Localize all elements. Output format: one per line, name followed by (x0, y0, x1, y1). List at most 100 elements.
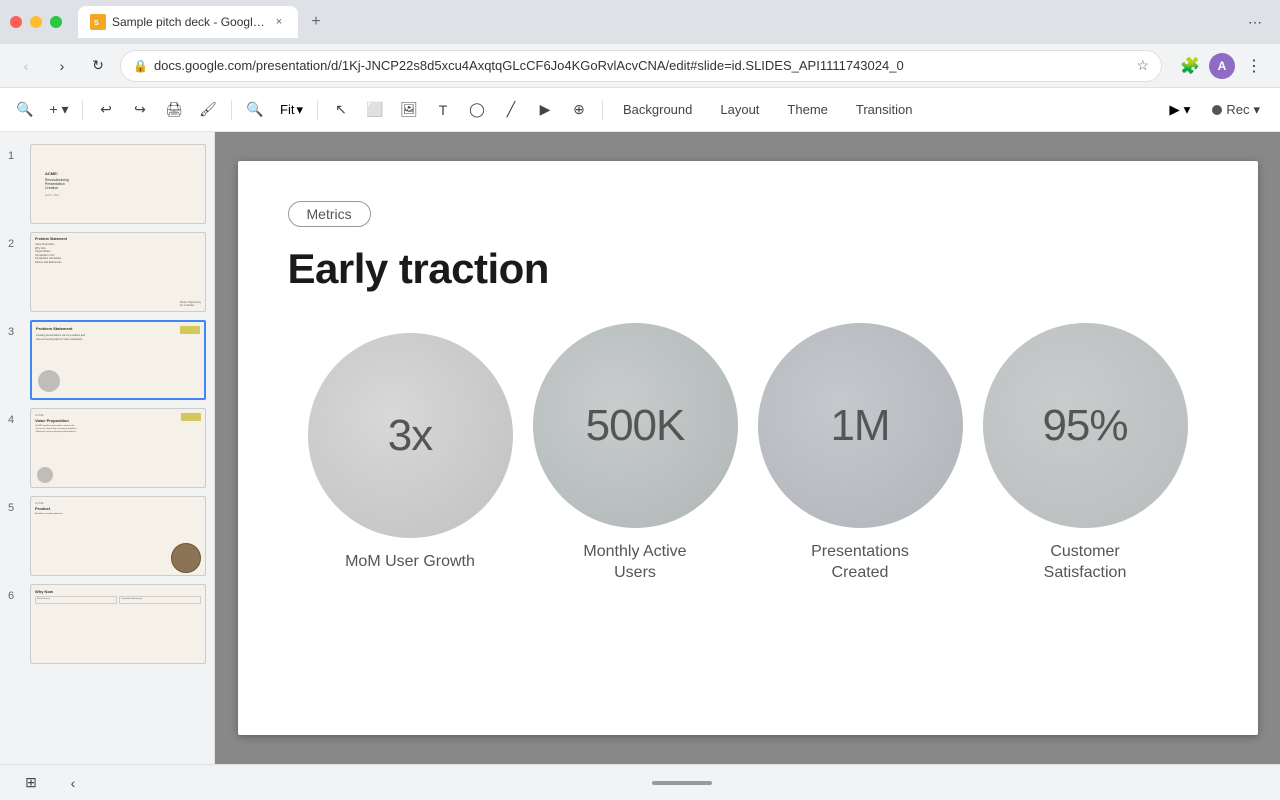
slide-number-2: 2 (8, 238, 22, 250)
metric-label-3: PresentationsCreated (811, 542, 909, 584)
bottom-center (100, 781, 1264, 785)
browser-actions: 🧩 A ⋮ (1176, 52, 1268, 80)
paint-format-button[interactable]: 🖌 (193, 95, 223, 125)
image-tool-button[interactable]: 🖼 (394, 95, 424, 125)
metric-item-2: 500K Monthly ActiveUsers (533, 323, 738, 584)
rec-button[interactable]: Rec ▾ (1202, 95, 1270, 125)
video-tool-button[interactable]: ▶ (530, 95, 560, 125)
more-tools-button[interactable]: ⊕ (564, 95, 594, 125)
new-tab-button[interactable]: + (302, 8, 330, 36)
metric-value-4: 95% (1042, 401, 1127, 451)
present-icon: ▶ (1169, 102, 1179, 118)
panel-toggle-button[interactable]: ‹ (58, 768, 88, 798)
metric-value-1: 3x (388, 411, 432, 461)
redo-button[interactable]: ↪ (125, 95, 155, 125)
profile-button[interactable]: A (1208, 52, 1236, 80)
slide-area: Metrics Early traction 3x MoM User Growt… (215, 132, 1280, 764)
line-tool-button[interactable]: ╱ (496, 95, 526, 125)
address-bar: ‹ › ↻ 🔒 docs.google.com/presentation/d/1… (0, 44, 1280, 88)
slide-thumb-1: ACME: RevolutionizingPresentationCreatio… (30, 144, 206, 224)
slide-number-3: 3 (8, 326, 22, 338)
window-controls-right: ⋯ (1240, 7, 1270, 37)
slide-thumb-4: ACME Value Proposition • ACME simplifies… (30, 408, 206, 488)
fit-label: Fit (280, 102, 294, 117)
metrics-badge: Metrics (288, 201, 371, 227)
slide-item-5[interactable]: 5 ACME Product Available on multiple pla… (0, 492, 214, 580)
metric-circle-4: 95% (983, 323, 1188, 528)
slide-item-4[interactable]: 4 ACME Value Proposition • ACME simplifi… (0, 404, 214, 492)
metrics-row: 3x MoM User Growth 500K Monthly ActiveUs… (288, 323, 1208, 584)
slide-number-1: 1 (8, 150, 22, 162)
slide-number-4: 4 (8, 414, 22, 426)
slide-item-3[interactable]: 3 Problem Statement Creating presentatio… (0, 316, 214, 404)
url-text: docs.google.com/presentation/d/1Kj-JNCP2… (154, 58, 1130, 73)
title-bar: S Sample pitch deck - Google S × + ⋯ (0, 0, 1280, 44)
reload-button[interactable]: ↻ (84, 52, 112, 80)
slide-canvas[interactable]: Metrics Early traction 3x MoM User Growt… (238, 161, 1258, 735)
undo-button[interactable]: ↩ (91, 95, 121, 125)
search-button[interactable]: 🔍 (10, 95, 40, 125)
maximize-window-button[interactable] (50, 16, 62, 28)
slide-number-6: 6 (8, 590, 22, 602)
slide-thumb-6: Why Now Market History... Competitive Ad… (30, 584, 206, 664)
security-icon: 🔒 (133, 59, 148, 73)
slides-toolbar: 🔍 + ▾ ↩ ↪ 🖨 🖌 🔍 Fit ▾ ↖ ⬜ 🖼 T ◯ ╱ ▶ ⊕ Ba… (0, 88, 1280, 132)
text-tool-button[interactable]: T (428, 95, 458, 125)
metric-label-4: CustomerSatisfaction (1044, 542, 1127, 584)
add-button[interactable]: + ▾ (44, 95, 74, 125)
metric-item-1: 3x MoM User Growth (308, 333, 513, 573)
fit-chevron-icon: ▾ (296, 102, 303, 118)
toolbar-right: ▶ ▾ Rec ▾ (1161, 95, 1270, 125)
shape-tool-button[interactable]: ◯ (462, 95, 492, 125)
select-tool-button[interactable]: ⬜ (360, 95, 390, 125)
slide-thumb-3: Problem Statement Creating presentations… (30, 320, 206, 400)
extensions-button[interactable]: 🧩 (1176, 52, 1204, 80)
close-window-button[interactable] (10, 16, 22, 28)
transition-button[interactable]: Transition (844, 95, 925, 125)
fit-dropdown[interactable]: Fit ▾ (274, 95, 309, 125)
slide-number-5: 5 (8, 502, 22, 514)
metric-item-4: 95% CustomerSatisfaction (983, 323, 1188, 584)
back-button[interactable]: ‹ (12, 52, 40, 80)
present-chevron-icon: ▾ (1184, 102, 1191, 118)
metric-label-2: Monthly ActiveUsers (583, 542, 686, 584)
profile-avatar: A (1209, 53, 1235, 79)
window-more-button[interactable]: ⋯ (1240, 7, 1270, 37)
browser-menu-button[interactable]: ⋮ (1240, 52, 1268, 80)
main-content: 1 ACME: RevolutionizingPresentationCreat… (0, 132, 1280, 764)
rec-chevron-icon: ▾ (1253, 102, 1260, 118)
metric-value-3: 1M (830, 401, 889, 451)
minimize-window-button[interactable] (30, 16, 42, 28)
slide-item-1[interactable]: 1 ACME: RevolutionizingPresentationCreat… (0, 140, 214, 228)
metric-circle-2: 500K (533, 323, 738, 528)
metric-label-1: MoM User Growth (345, 552, 475, 573)
bottom-bar: ⊞ ‹ (0, 764, 1280, 800)
print-button[interactable]: 🖨 (159, 95, 189, 125)
tab-title: Sample pitch deck - Google S (112, 15, 266, 29)
theme-button[interactable]: Theme (775, 95, 839, 125)
zoom-button[interactable]: 🔍 (240, 95, 270, 125)
slide-thumb-5: ACME Product Available on multiple platf… (30, 496, 206, 576)
tab-bar: S Sample pitch deck - Google S × + (78, 6, 1232, 38)
slide-item-6[interactable]: 6 Why Now Market History... Competitive … (0, 580, 214, 668)
slide-item-2[interactable]: 2 Problem Statement Value PropositionWhy… (0, 228, 214, 316)
metric-circle-1: 3x (308, 333, 513, 538)
cursor-tool-button[interactable]: ↖ (326, 95, 356, 125)
separator-3 (317, 100, 318, 120)
metric-item-3: 1M PresentationsCreated (758, 323, 963, 584)
scroll-indicator (652, 781, 712, 785)
present-button[interactable]: ▶ ▾ (1161, 95, 1198, 125)
grid-view-button[interactable]: ⊞ (16, 768, 46, 798)
layout-button[interactable]: Layout (708, 95, 771, 125)
background-button[interactable]: Background (611, 95, 704, 125)
active-tab[interactable]: S Sample pitch deck - Google S × (78, 6, 298, 38)
slide-thumb-2: Problem Statement Value PropositionWhy N… (30, 232, 206, 312)
forward-button[interactable]: › (48, 52, 76, 80)
separator-1 (82, 100, 83, 120)
traffic-lights (10, 16, 62, 28)
bookmark-icon[interactable]: ☆ (1136, 57, 1149, 74)
rec-label: Rec (1226, 102, 1249, 117)
url-bar[interactable]: 🔒 docs.google.com/presentation/d/1Kj-JNC… (120, 50, 1162, 82)
close-tab-button[interactable]: × (272, 15, 286, 29)
separator-2 (231, 100, 232, 120)
